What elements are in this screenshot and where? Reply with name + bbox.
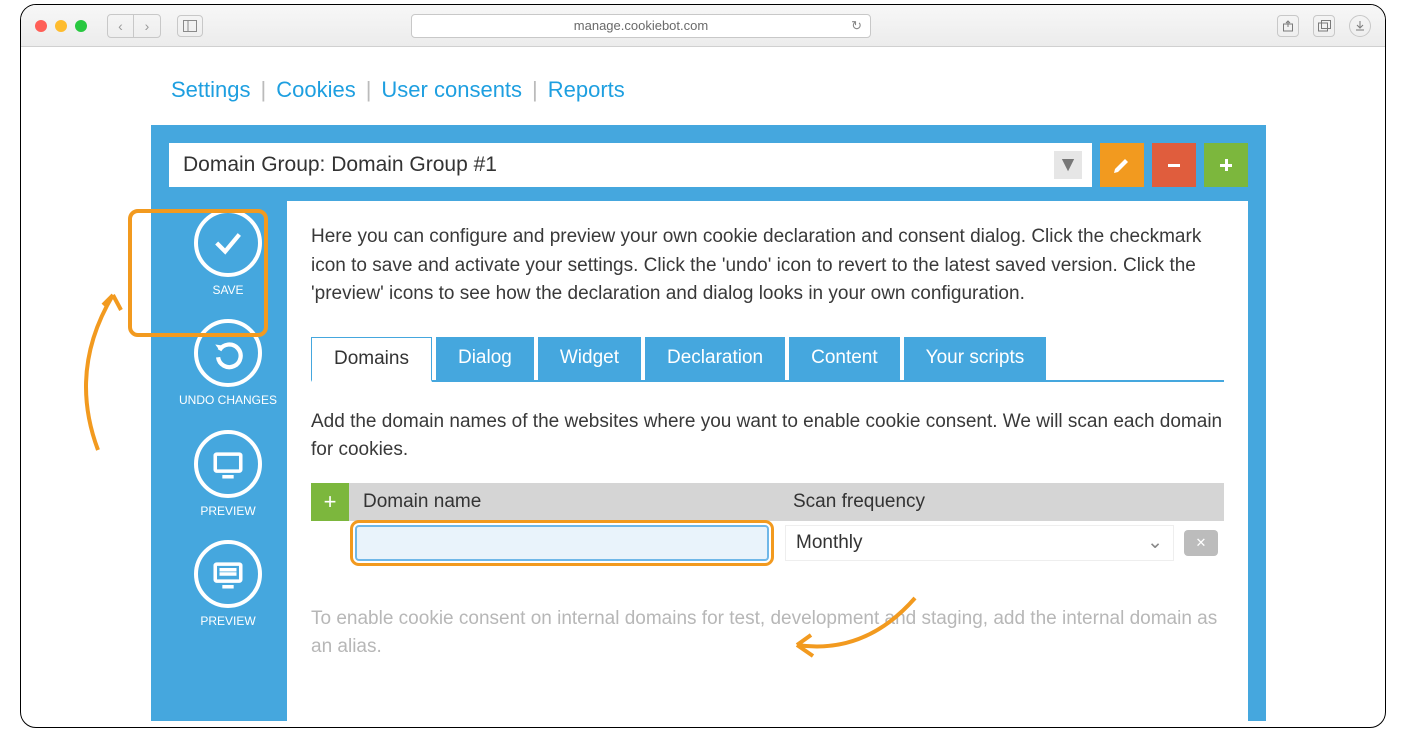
separator: | (366, 77, 372, 103)
close-window[interactable] (35, 20, 47, 32)
window-controls (35, 20, 87, 32)
page-content: Settings | Cookies | User consents | Rep… (21, 47, 1385, 721)
tab-dialog[interactable]: Dialog (436, 337, 534, 380)
nav-cookies[interactable]: Cookies (276, 77, 355, 103)
preview-action-2[interactable]: PREVIEW (194, 540, 262, 628)
delete-button[interactable] (1152, 143, 1196, 187)
domain-table: + Domain name Scan frequency Monthly ⌄ ✕ (311, 483, 1224, 565)
save-label: SAVE (212, 283, 243, 297)
toolbar-right (1277, 15, 1371, 37)
action-sidebar: SAVE UNDO CHANGES PREVIEW (169, 201, 287, 721)
checkmark-icon (194, 209, 262, 277)
inner-layout: SAVE UNDO CHANGES PREVIEW (169, 201, 1248, 721)
downloads-icon[interactable] (1349, 15, 1371, 37)
instructions-text: Add the domain names of the websites whe… (311, 408, 1224, 465)
preview1-label: PREVIEW (200, 504, 255, 518)
url-text: manage.cookiebot.com (574, 18, 708, 33)
minimize-window[interactable] (55, 20, 67, 32)
top-navigation: Settings | Cookies | User consents | Rep… (151, 77, 1385, 103)
tab-declaration[interactable]: Declaration (645, 337, 785, 380)
intro-text: Here you can configure and preview your … (311, 223, 1224, 309)
tab-content[interactable]: Content (789, 337, 900, 380)
remove-domain-button[interactable]: ✕ (1184, 530, 1218, 556)
tab-domains[interactable]: Domains (311, 337, 432, 382)
domain-row: Monthly ⌄ ✕ (311, 521, 1224, 565)
undo-icon (194, 319, 262, 387)
tab-scripts[interactable]: Your scripts (904, 337, 1047, 380)
domain-group-label: Domain Group: Domain Group #1 (183, 153, 497, 177)
separator: | (261, 77, 267, 103)
save-action[interactable]: SAVE (194, 209, 262, 297)
edit-button[interactable] (1100, 143, 1144, 187)
sidebar-toggle[interactable] (177, 15, 203, 37)
browser-toolbar: ‹ › manage.cookiebot.com ↻ (21, 5, 1385, 47)
preview-action-1[interactable]: PREVIEW (194, 430, 262, 518)
undo-label: UNDO CHANGES (179, 393, 277, 407)
tab-widget[interactable]: Widget (538, 337, 641, 380)
header-scan-frequency: Scan frequency (779, 491, 1224, 513)
chevron-down-icon: ⌄ (1147, 531, 1163, 554)
browser-window: ‹ › manage.cookiebot.com ↻ Settings | Co… (20, 4, 1386, 728)
tab-bar: Domains Dialog Widget Declaration Conten… (311, 337, 1224, 382)
undo-action[interactable]: UNDO CHANGES (179, 319, 277, 407)
main-content: Here you can configure and preview your … (287, 201, 1248, 721)
nav-reports[interactable]: Reports (548, 77, 625, 103)
separator: | (532, 77, 538, 103)
maximize-window[interactable] (75, 20, 87, 32)
scan-frequency-value: Monthly (796, 532, 863, 554)
domain-group-select[interactable]: Domain Group: Domain Group #1 ▼ (169, 143, 1092, 187)
nav-settings[interactable]: Settings (171, 77, 251, 103)
add-button[interactable] (1204, 143, 1248, 187)
header-domain-name: Domain name (349, 491, 779, 513)
share-icon[interactable] (1277, 15, 1299, 37)
monitor-lines-icon (194, 540, 262, 608)
monitor-icon (194, 430, 262, 498)
add-domain-button[interactable]: + (311, 483, 349, 521)
tabs-icon[interactable] (1313, 15, 1335, 37)
domain-table-header: + Domain name Scan frequency (311, 483, 1224, 521)
scan-frequency-select[interactable]: Monthly ⌄ (785, 525, 1174, 561)
preview2-label: PREVIEW (200, 614, 255, 628)
back-button[interactable]: ‹ (108, 15, 134, 37)
nav-consents[interactable]: User consents (381, 77, 522, 103)
alias-hint: To enable cookie consent on internal dom… (311, 605, 1224, 662)
nav-buttons: ‹ › (107, 14, 161, 38)
address-bar[interactable]: manage.cookiebot.com ↻ (411, 14, 871, 38)
domain-group-row: Domain Group: Domain Group #1 ▼ (169, 143, 1248, 187)
domain-name-input[interactable] (355, 525, 769, 561)
reload-icon[interactable]: ↻ (851, 18, 862, 34)
settings-panel: Domain Group: Domain Group #1 ▼ (151, 125, 1266, 721)
forward-button[interactable]: › (134, 15, 160, 37)
dropdown-caret-icon: ▼ (1054, 151, 1082, 179)
